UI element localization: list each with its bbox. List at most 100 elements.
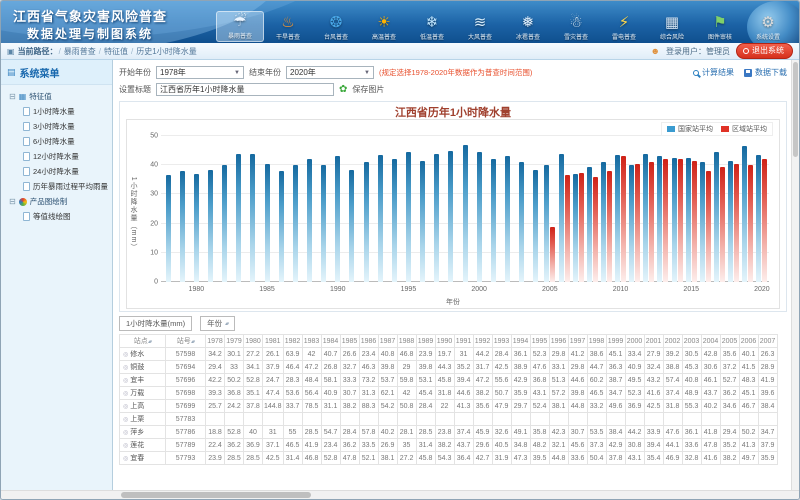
- col-header-year[interactable]: 1989: [416, 335, 435, 348]
- col-header-year[interactable]: 2007: [758, 335, 777, 348]
- table-row[interactable]: ◎宜丰5769642.250.252.824.728.348.458.133.3…: [120, 374, 778, 387]
- chart-title-input[interactable]: [156, 83, 334, 96]
- col-header-year[interactable]: 1981: [263, 335, 284, 348]
- col-header-year[interactable]: 2003: [682, 335, 701, 348]
- value-cell: 49.5: [625, 374, 644, 387]
- col-header-station[interactable]: 站点 ▴▾: [120, 335, 166, 348]
- col-header-year[interactable]: 1982: [283, 335, 302, 348]
- sidebar-group-products[interactable]: ⊟产品图绘制: [3, 194, 110, 209]
- col-header-year[interactable]: 2000: [625, 335, 644, 348]
- table-row[interactable]: ◎上栗57783: [120, 413, 778, 426]
- toolbar-item-rainstorm[interactable]: ☔暴雨普查: [216, 11, 264, 42]
- year-group: [203, 136, 217, 282]
- sidebar-item-rain-12h[interactable]: 12小时降水量: [3, 149, 110, 164]
- horizontal-scroll-thumb[interactable]: [121, 492, 311, 498]
- expander-icon[interactable]: ⊟: [9, 93, 16, 101]
- col-header-year[interactable]: 1990: [435, 335, 454, 348]
- value-cell: 52.8: [225, 426, 244, 439]
- col-header-year[interactable]: 2001: [644, 335, 663, 348]
- col-header-year[interactable]: 1997: [568, 335, 587, 348]
- vertical-scroll-thumb[interactable]: [793, 62, 798, 157]
- sidebar-item-contour-plot[interactable]: 等值线绘图: [3, 209, 110, 224]
- col-header-year[interactable]: 1988: [397, 335, 416, 348]
- col-header-year[interactable]: 1986: [359, 335, 378, 348]
- save-image-button[interactable]: 保存图片: [352, 84, 384, 95]
- value-cell: 43.1: [625, 452, 644, 465]
- breadcrumb-segment[interactable]: 特征值: [104, 47, 128, 56]
- col-header-station-id[interactable]: 站号 ▴▾: [166, 335, 206, 348]
- sidebar-item-rain-1h[interactable]: 1小时降水量: [3, 104, 110, 119]
- col-header-year[interactable]: 2006: [739, 335, 758, 348]
- toolbar-item-drought[interactable]: ♨干旱普查: [264, 13, 312, 42]
- row-expander-icon[interactable]: ◎: [123, 430, 128, 436]
- col-header-year[interactable]: 1978: [206, 335, 225, 348]
- table-row[interactable]: ◎萍乡5778618.852.840315528.554.728.457.840…: [120, 426, 778, 439]
- row-expander-icon[interactable]: ◎: [123, 443, 128, 449]
- toolbar-item-typhoon[interactable]: ❂台风普查: [312, 13, 360, 42]
- col-header-year[interactable]: 1998: [587, 335, 606, 348]
- toolbar-item-hail[interactable]: ❅冰雹普查: [504, 13, 552, 42]
- header-toolbar: ☔暴雨普查♨干旱普查❂台风普查☀高温普查❄低温普查≋大风普查❅冰雹普查☃雪灾普查…: [216, 1, 799, 43]
- row-expander-icon[interactable]: ◎: [123, 456, 128, 462]
- expander-icon[interactable]: ⊟: [9, 198, 16, 206]
- col-header-year[interactable]: 1987: [378, 335, 397, 348]
- sidebar-item-rain-6h[interactable]: 6小时降水量: [3, 134, 110, 149]
- row-expander-icon[interactable]: ◎: [123, 378, 128, 384]
- toolbar-item-risk-calc[interactable]: ▦综合风险: [648, 13, 696, 42]
- row-expander-icon[interactable]: ◎: [123, 417, 128, 423]
- table-row[interactable]: ◎莲花5778922.436.236.937.146.541.923.436.2…: [120, 439, 778, 452]
- col-header-year[interactable]: 1993: [492, 335, 511, 348]
- row-expander-icon[interactable]: ◎: [123, 365, 128, 371]
- toolbar-item-high-temp[interactable]: ☀高温普查: [360, 13, 408, 42]
- toolbar-item-settings[interactable]: ⚙系统设置: [744, 13, 792, 42]
- table-row[interactable]: ◎铜鼓5769429.43334.137.946.447.226.832.746…: [120, 361, 778, 374]
- pivot-year-pill[interactable]: 年份 ▴▾: [200, 316, 235, 331]
- sidebar-group-features[interactable]: ⊟▦特征值: [3, 89, 110, 104]
- col-header-year[interactable]: 1999: [606, 335, 625, 348]
- col-header-year[interactable]: 2005: [720, 335, 739, 348]
- table-row[interactable]: ◎万载5769839.336.835.147.453.656.440.930.7…: [120, 387, 778, 400]
- row-expander-icon[interactable]: ◎: [123, 352, 128, 358]
- col-header-year[interactable]: 1992: [473, 335, 492, 348]
- col-header-year[interactable]: 1979: [225, 335, 244, 348]
- breadcrumb-segment[interactable]: 历史1小时降水量: [136, 47, 196, 56]
- table-row[interactable]: ◎宜春5779323.928.528.542.531.446.852.847.8…: [120, 452, 778, 465]
- breadcrumb-segment[interactable]: 暴雨普查: [64, 47, 96, 56]
- bar-national: [643, 154, 648, 282]
- col-header-year[interactable]: 1996: [549, 335, 568, 348]
- col-header-year[interactable]: 2002: [663, 335, 682, 348]
- col-header-year[interactable]: 1995: [530, 335, 549, 348]
- toolbar-item-low-temp[interactable]: ❄低温普查: [408, 13, 456, 42]
- toolbar-item-map-review[interactable]: ⚑图件审核: [696, 13, 744, 42]
- col-header-year[interactable]: 1994: [511, 335, 530, 348]
- table-row[interactable]: ◎修水5759834.230.127.226.163.94240.726.623…: [120, 348, 778, 361]
- sidebar-item-rain-24h[interactable]: 24小时降水量: [3, 164, 110, 179]
- value-cell: 27.2: [244, 348, 263, 361]
- toolbar-item-snow[interactable]: ☃雪灾普查: [552, 13, 600, 42]
- sidebar-item-rain-process-avg[interactable]: 历年暴雨过程平均雨量: [3, 179, 110, 194]
- row-expander-icon[interactable]: ◎: [123, 391, 128, 397]
- y-tick-label: 0: [154, 279, 158, 286]
- bar-national: [463, 145, 468, 282]
- toolbar-item-gale[interactable]: ≋大风普查: [456, 13, 504, 42]
- sidebar-item-rain-3h[interactable]: 3小时降水量: [3, 119, 110, 134]
- col-header-year[interactable]: 1983: [302, 335, 321, 348]
- logout-button[interactable]: 退出系统: [736, 43, 793, 59]
- col-header-year[interactable]: 1985: [340, 335, 359, 348]
- vertical-scrollbar[interactable]: [791, 60, 799, 490]
- bar-national: [265, 164, 270, 282]
- col-header-year[interactable]: 1984: [321, 335, 340, 348]
- start-year-select[interactable]: 1978年 ▼: [156, 66, 244, 79]
- table-row[interactable]: ◎上高5769925.724.237.8144.833.778.531.138.…: [120, 400, 778, 413]
- row-expander-icon[interactable]: ◎: [123, 404, 128, 410]
- end-year-select[interactable]: 2020年 ▼: [286, 66, 374, 79]
- col-header-year[interactable]: 1991: [454, 335, 473, 348]
- calc-result-button[interactable]: 计算结果: [693, 67, 734, 78]
- col-header-year[interactable]: 2004: [701, 335, 720, 348]
- horizontal-scrollbar[interactable]: [1, 490, 799, 499]
- value-cell: 32.1: [549, 439, 568, 452]
- unit-pill[interactable]: 1小时降水量(mm): [119, 316, 192, 331]
- data-download-button[interactable]: 数据下载: [744, 67, 787, 78]
- toolbar-item-lightning[interactable]: ⚡雷电普查: [600, 13, 648, 42]
- col-header-year[interactable]: 1980: [244, 335, 263, 348]
